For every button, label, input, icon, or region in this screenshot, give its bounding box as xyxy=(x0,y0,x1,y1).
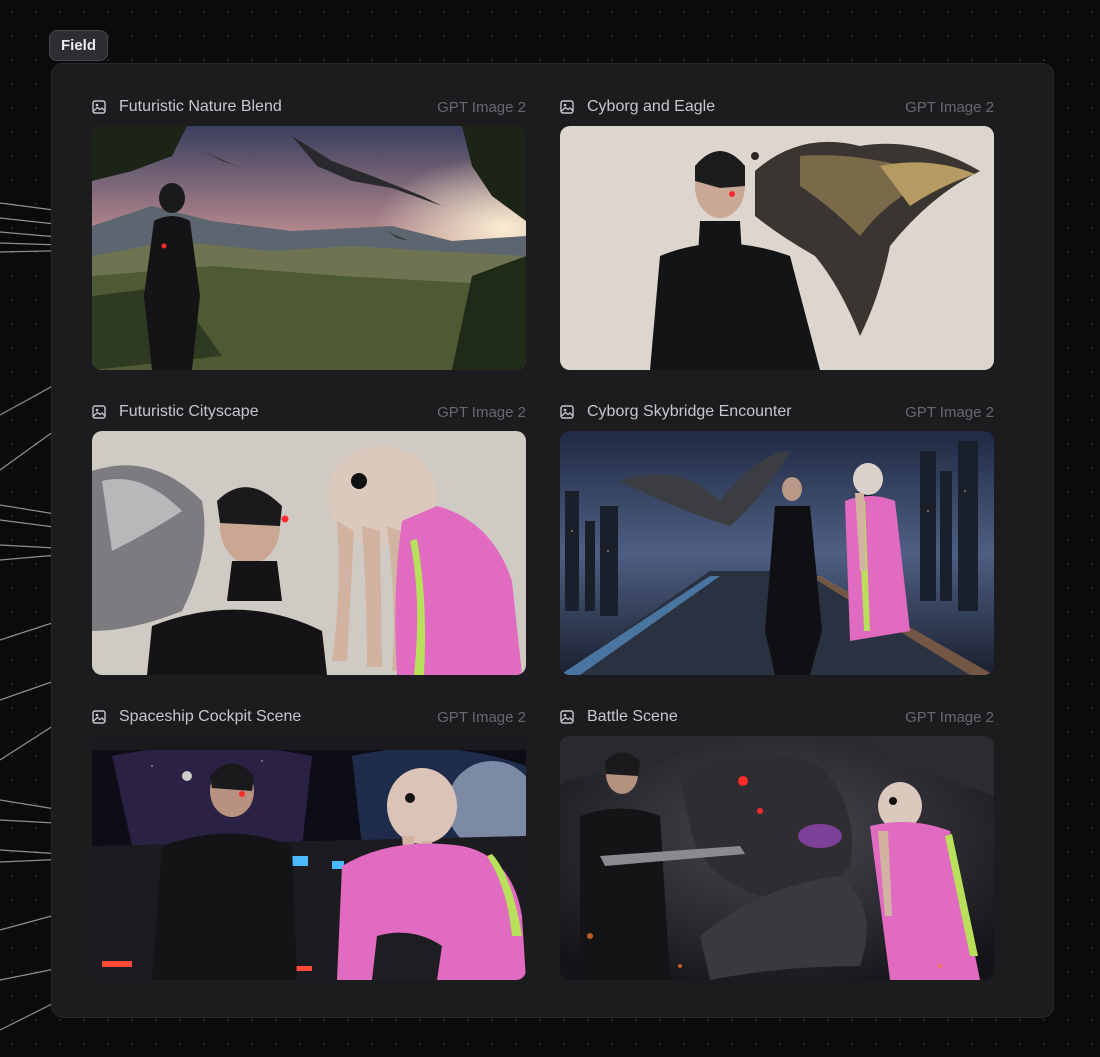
card-header: Futuristic Nature Blend GPT Image 2 xyxy=(92,96,526,118)
model-label: GPT Image 2 xyxy=(905,403,994,421)
card-header: Spaceship Cockpit Scene GPT Image 2 xyxy=(92,706,526,728)
generated-image[interactable] xyxy=(560,736,994,980)
card-header: Battle Scene GPT Image 2 xyxy=(560,706,994,728)
card-title: Futuristic Cityscape xyxy=(119,403,259,420)
image-icon xyxy=(92,405,106,419)
card-title: Cyborg Skybridge Encounter xyxy=(587,403,792,420)
card-header: Cyborg and Eagle GPT Image 2 xyxy=(560,96,994,118)
image-card-futuristic-nature-blend[interactable]: Futuristic Nature Blend GPT Image 2 xyxy=(92,96,526,370)
image-icon xyxy=(92,100,106,114)
image-card-futuristic-cityscape[interactable]: Futuristic Cityscape GPT Image 2 xyxy=(92,401,526,675)
field-node-label[interactable]: Field xyxy=(49,30,109,61)
generated-image[interactable] xyxy=(560,431,994,675)
image-gallery-panel: Futuristic Nature Blend GPT Image 2 Cybo… xyxy=(51,63,1054,1018)
card-title: Battle Scene xyxy=(587,708,678,725)
image-card-battle-scene[interactable]: Battle Scene GPT Image 2 xyxy=(560,706,994,980)
model-label: GPT Image 2 xyxy=(437,708,526,726)
card-title: Spaceship Cockpit Scene xyxy=(119,708,302,725)
image-icon xyxy=(560,710,574,724)
image-card-cyborg-skybridge-encounter[interactable]: Cyborg Skybridge Encounter GPT Image 2 xyxy=(560,401,994,675)
card-title: Futuristic Nature Blend xyxy=(119,98,282,115)
card-header: Futuristic Cityscape GPT Image 2 xyxy=(92,401,526,423)
image-icon xyxy=(560,405,574,419)
model-label: GPT Image 2 xyxy=(437,98,526,116)
generated-image[interactable] xyxy=(92,126,526,370)
image-icon xyxy=(560,100,574,114)
model-label: GPT Image 2 xyxy=(437,403,526,421)
generated-image[interactable] xyxy=(92,431,526,675)
generated-image[interactable] xyxy=(92,736,526,980)
image-card-cyborg-and-eagle[interactable]: Cyborg and Eagle GPT Image 2 xyxy=(560,96,994,370)
image-card-spaceship-cockpit-scene[interactable]: Spaceship Cockpit Scene GPT Image 2 xyxy=(92,706,526,980)
card-header: Cyborg Skybridge Encounter GPT Image 2 xyxy=(560,401,994,423)
card-title: Cyborg and Eagle xyxy=(587,98,716,115)
model-label: GPT Image 2 xyxy=(905,98,994,116)
image-icon xyxy=(92,710,106,724)
model-label: GPT Image 2 xyxy=(905,708,994,726)
generated-image[interactable] xyxy=(560,126,994,370)
